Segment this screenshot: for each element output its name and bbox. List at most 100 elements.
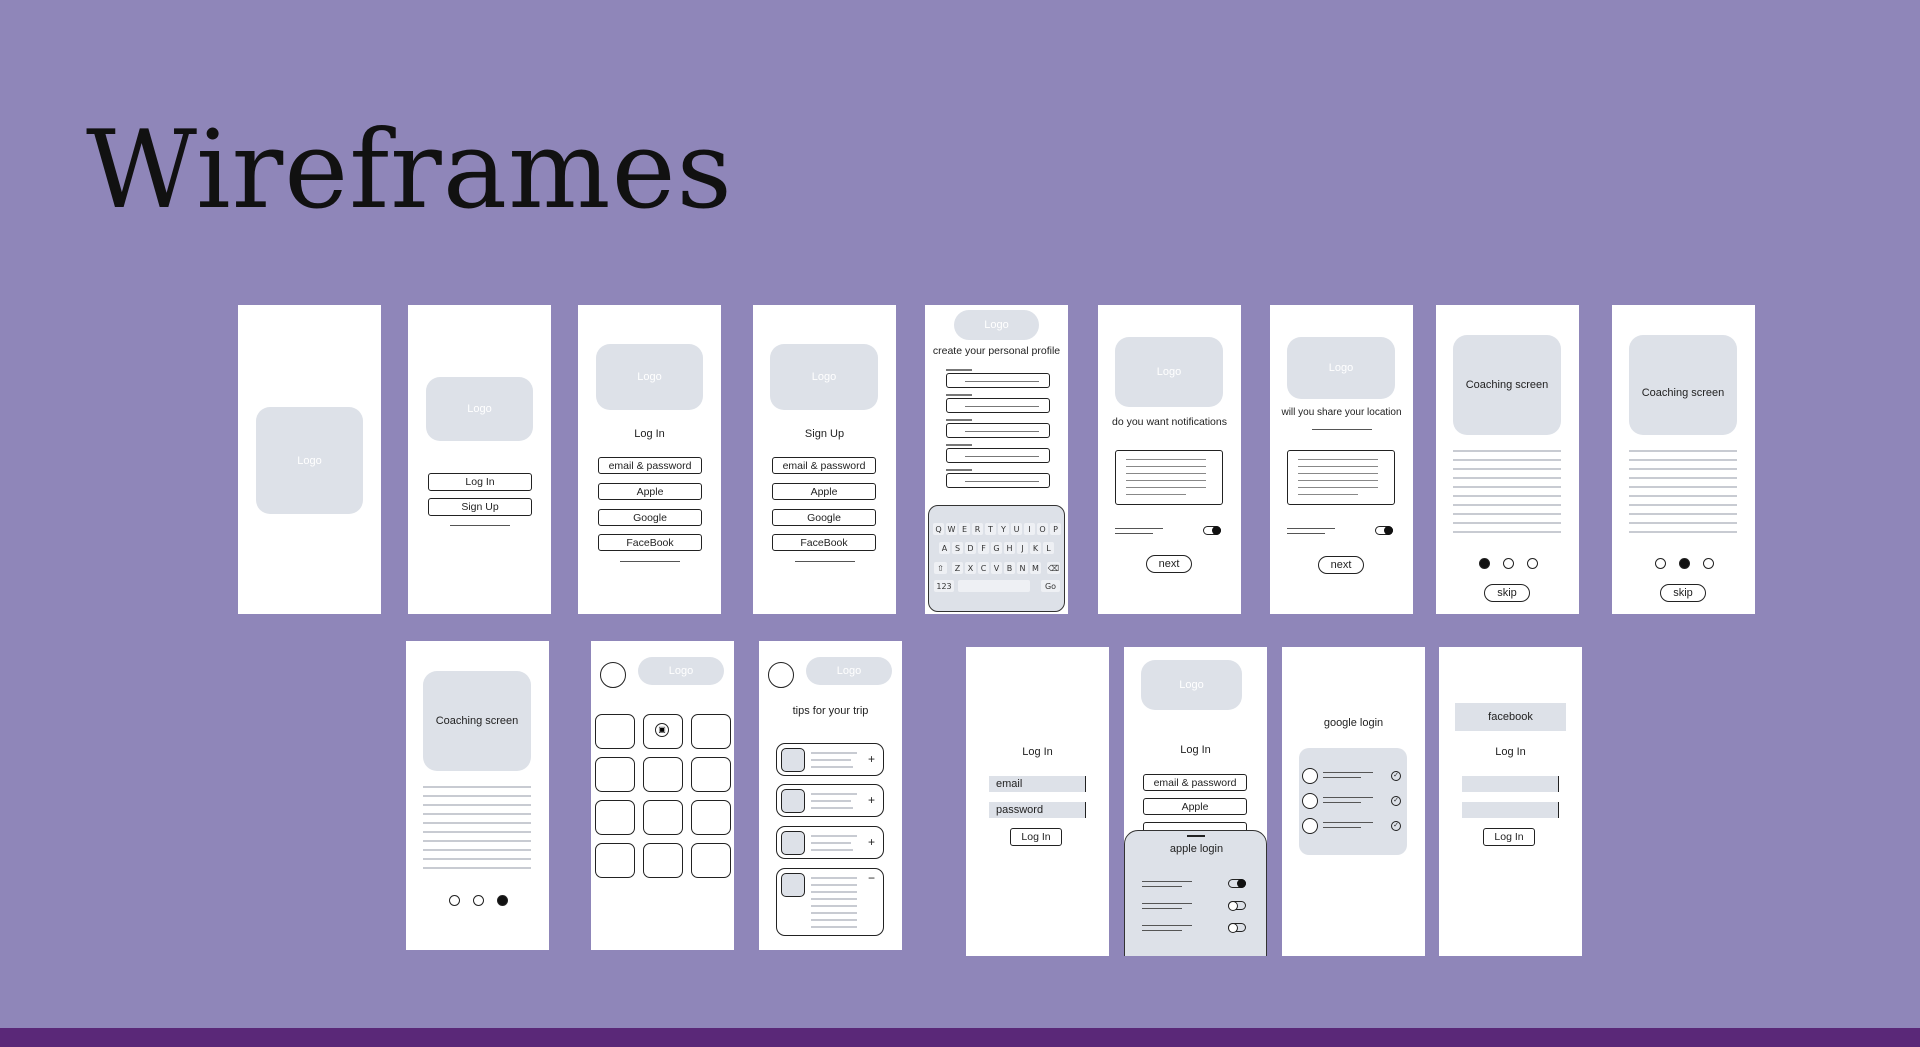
profile-field[interactable] [946,373,1050,388]
account-avatar[interactable] [1302,768,1318,784]
google-button[interactable]: Google [598,509,702,526]
apple-button[interactable]: Apple [772,483,876,500]
signup-button[interactable]: Sign Up [428,498,532,516]
page-indicator-dot[interactable] [1479,558,1490,569]
profile-avatar[interactable] [600,662,626,688]
category-tile[interactable] [691,714,731,749]
page-indicator-dot[interactable] [1527,558,1538,569]
keyboard-key[interactable]: Q [933,523,944,535]
page-indicator-dot[interactable] [449,895,460,906]
category-tile[interactable] [691,843,731,878]
keyboard-key[interactable]: D [965,542,976,554]
keyboard-key[interactable]: P [1050,523,1061,535]
collapse-icon[interactable]: − [868,871,875,885]
onscreen-keyboard[interactable]: QWERTYUIOP ASDFGHJKL ZXCVBNM ⇧ ⌫ 123 Go [928,505,1065,612]
numbers-key[interactable]: 123 [934,580,954,592]
check-icon[interactable]: ✓ [1391,771,1401,781]
keyboard-key[interactable]: V [991,562,1002,574]
keyboard-key[interactable]: U [1011,523,1022,535]
shift-key[interactable]: ⇧ [934,562,947,574]
username-field[interactable] [1462,776,1559,792]
page-indicator-dot[interactable] [1655,558,1666,569]
skip-button[interactable]: skip [1484,584,1530,602]
camera-icon[interactable]: ▣ [655,723,669,737]
next-button[interactable]: next [1318,556,1364,574]
category-tile[interactable] [643,757,683,792]
expand-icon[interactable]: + [868,752,875,766]
keyboard-key[interactable]: T [985,523,996,535]
login-button[interactable]: Log In [428,473,532,491]
keyboard-key[interactable]: A [939,542,950,554]
keyboard-key[interactable]: O [1037,523,1048,535]
permission-toggle[interactable] [1228,923,1246,933]
login-button[interactable]: Log In [1483,828,1535,846]
category-tile[interactable] [595,800,635,835]
category-tile[interactable] [691,800,731,835]
keyboard-key[interactable]: C [978,562,989,574]
next-button[interactable]: next [1146,555,1192,573]
keyboard-key[interactable]: Y [998,523,1009,535]
keyboard-key[interactable]: I [1024,523,1035,535]
keyboard-key[interactable]: X [965,562,976,574]
keyboard-key[interactable]: G [991,542,1002,554]
location-toggle[interactable] [1375,526,1393,535]
facebook-button[interactable]: FaceBook [772,534,876,551]
facebook-button[interactable]: FaceBook [598,534,702,551]
expand-icon[interactable]: + [868,835,875,849]
email-field[interactable]: email [989,776,1086,792]
skip-button[interactable]: skip [1660,584,1706,602]
check-icon[interactable]: ✓ [1391,796,1401,806]
keyboard-key[interactable]: W [946,523,957,535]
category-tile[interactable] [643,843,683,878]
notifications-toggle[interactable] [1203,526,1221,535]
account-avatar[interactable] [1302,793,1318,809]
keyboard-key[interactable]: J [1017,542,1028,554]
account-avatar[interactable] [1302,818,1318,834]
tip-card[interactable]: + [776,826,884,859]
keyboard-key[interactable]: Z [952,562,963,574]
apple-button[interactable]: Apple [1143,798,1247,815]
login-button[interactable]: Log In [1010,828,1062,846]
keyboard-key[interactable]: F [978,542,989,554]
tip-card[interactable]: + [776,743,884,776]
apple-login-sheet[interactable]: apple login [1124,830,1267,956]
profile-field[interactable] [946,448,1050,463]
category-tile[interactable] [691,757,731,792]
category-tile[interactable] [595,714,635,749]
keyboard-key[interactable]: H [1004,542,1015,554]
account-picker[interactable]: ✓ ✓ ✓ [1299,748,1407,855]
profile-avatar[interactable] [768,662,794,688]
email-password-button[interactable]: email & password [1143,774,1247,791]
email-password-button[interactable]: email & password [772,457,876,474]
keyboard-key[interactable]: L [1043,542,1054,554]
google-button[interactable]: Google [772,509,876,526]
permission-toggle[interactable] [1228,879,1246,888]
apple-button[interactable]: Apple [598,483,702,500]
tip-card-expanded[interactable]: − [776,868,884,936]
keyboard-key[interactable]: E [959,523,970,535]
keyboard-key[interactable]: K [1030,542,1041,554]
category-tile[interactable] [643,800,683,835]
go-key[interactable]: Go [1041,580,1060,592]
profile-field[interactable] [946,398,1050,413]
backspace-key[interactable]: ⌫ [1047,562,1060,574]
keyboard-key[interactable]: M [1030,562,1041,574]
keyboard-key[interactable]: S [952,542,963,554]
category-tile[interactable] [595,843,635,878]
profile-field[interactable] [946,423,1050,438]
page-indicator-dot[interactable] [473,895,484,906]
keyboard-key[interactable]: N [1017,562,1028,574]
keyboard-key[interactable]: R [972,523,983,535]
page-indicator-dot[interactable] [1679,558,1690,569]
category-tile[interactable] [595,757,635,792]
page-indicator-dot[interactable] [497,895,508,906]
password-field[interactable]: password [989,802,1086,818]
profile-field[interactable] [946,473,1050,488]
page-indicator-dot[interactable] [1503,558,1514,569]
page-indicator-dot[interactable] [1703,558,1714,569]
spacebar[interactable] [958,580,1030,592]
permission-toggle[interactable] [1228,901,1246,911]
check-icon[interactable]: ✓ [1391,821,1401,831]
keyboard-key[interactable]: B [1004,562,1015,574]
password-field[interactable] [1462,802,1559,818]
